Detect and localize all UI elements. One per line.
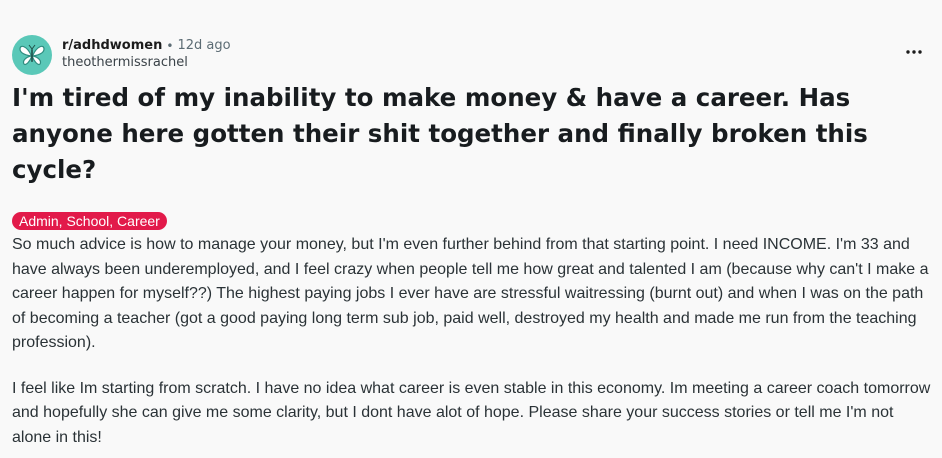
post-header: r/adhdwomen • 12d ago theothermissrachel bbox=[12, 30, 942, 78]
post-title[interactable]: I'm tired of my inability to make money … bbox=[12, 80, 912, 188]
post: r/adhdwomen • 12d ago theothermissrachel… bbox=[0, 0, 942, 458]
subreddit-link[interactable]: r/adhdwomen bbox=[62, 38, 162, 54]
post-body: So much advice is how to manage your mon… bbox=[12, 233, 934, 450]
post-meta: r/adhdwomen • 12d ago theothermissrachel bbox=[62, 38, 231, 71]
butterfly-icon bbox=[19, 44, 45, 66]
subreddit-avatar[interactable] bbox=[12, 35, 52, 75]
more-options-icon bbox=[906, 50, 922, 54]
body-paragraph: I feel like Im starting from scratch. I … bbox=[12, 379, 931, 446]
post-time: 12d ago bbox=[177, 38, 231, 53]
body-paragraph: So much advice is how to manage your mon… bbox=[12, 236, 929, 351]
author-link[interactable]: theothermissrachel bbox=[62, 55, 231, 71]
meta-separator: • bbox=[166, 39, 174, 53]
post-flair[interactable]: Admin, School, Career bbox=[12, 212, 167, 230]
more-options-button[interactable] bbox=[902, 42, 926, 62]
